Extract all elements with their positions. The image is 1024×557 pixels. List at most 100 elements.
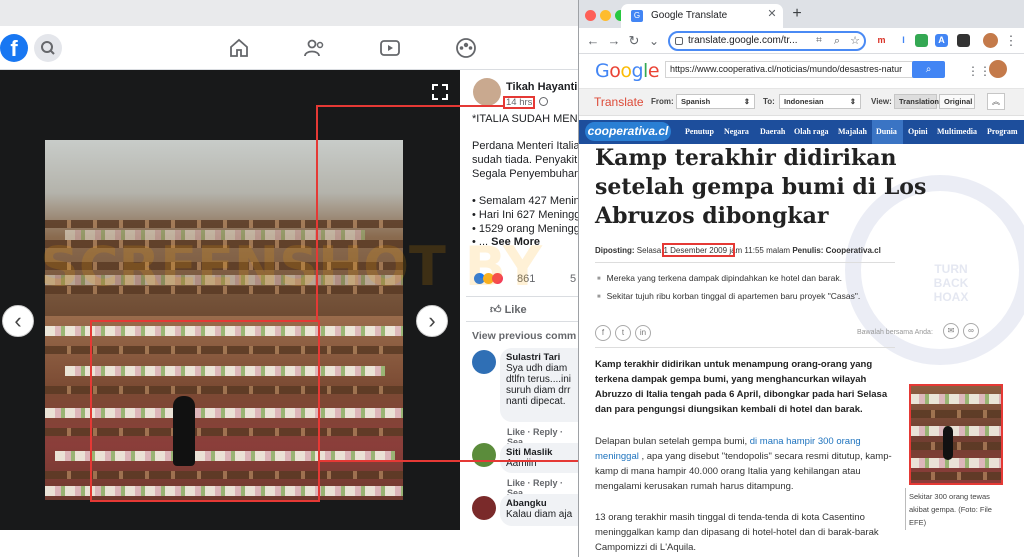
next-photo-button[interactable]: › [416,305,448,337]
comment-text: Kalau diam aja [506,509,573,520]
chevron-down-icon[interactable]: ⌄ [646,33,662,49]
lock-icon[interactable] [675,37,683,45]
email-share-icon[interactable]: ✉ [943,323,959,339]
author-avatar[interactable] [473,78,501,106]
commenter-avatar[interactable] [472,443,496,467]
like-button[interactable]: 👍︎ Like [490,303,527,316]
translate-extension-icon[interactable]: A [935,34,948,47]
bookmark-star-icon[interactable]: ☆ [847,33,863,49]
comment-text: suruh diam drr [506,385,571,396]
photo-highlight-box [909,384,1003,485]
post-line: Segala Penyembuhan [472,168,578,180]
nav-link[interactable]: Multimedia [937,127,977,136]
connector-line [316,105,504,107]
google-logo[interactable]: Google [595,60,660,82]
logo-letter: g [631,60,644,82]
close-tab-icon[interactable]: ✕ [765,7,779,21]
friends-icon[interactable] [302,36,328,60]
collapse-icon[interactable]: ︽ [987,93,1005,110]
link-share-icon[interactable]: ∞ [963,323,979,339]
extension-icon[interactable] [957,34,970,47]
comment-text: Sya udh diam [506,363,568,374]
connector-line [316,105,318,321]
author-label: Penulis: [792,246,824,255]
view-previous-comments[interactable]: View previous comm [472,330,576,342]
share-count[interactable]: 5 [570,273,576,285]
url-input[interactable]: https://www.cooperativa.cl/noticias/mund… [665,61,917,78]
divider [595,262,895,263]
search-icon [41,41,55,55]
view-original-button[interactable]: Original [939,94,975,109]
profile-avatar[interactable] [983,33,998,48]
article-author[interactable]: Cooperativa.cl [826,246,881,255]
google-translate-favicon: G [631,10,643,22]
chevron-right-icon: › [428,308,436,333]
home-icon[interactable] [226,36,252,60]
apps-grid-icon[interactable]: ⋮⋮ [967,64,991,78]
extension-icon[interactable]: I [897,34,910,47]
logo-letter: G [595,60,610,82]
reload-icon[interactable]: ↻ [626,33,642,49]
search-icon: ⌕ [925,64,932,75]
extension-icon[interactable] [915,34,928,47]
commenter-name[interactable]: Abangku [506,498,578,509]
nav-link[interactable]: Daerah [760,127,785,136]
nav-link[interactable]: Olah raga [794,127,828,136]
nav-link[interactable]: Opini [908,127,928,136]
nav-link[interactable]: Negara [724,127,749,136]
search-button[interactable] [34,34,62,62]
zoom-icon[interactable]: ⌕ [829,33,845,49]
date-highlight-box [662,243,735,257]
nav-link[interactable]: Program [987,127,1018,136]
back-arrow-icon[interactable]: ← [585,33,601,49]
nav-link[interactable]: Penutup [685,127,714,136]
nav-link-active[interactable]: Dunia [876,127,897,136]
to-language-select[interactable]: Indonesian ⇕ [779,94,861,109]
paragraph-text: , apa yang disebut "tendopolis" secara r… [595,451,892,492]
commenter-avatar[interactable] [472,496,496,520]
summary-bullet: Mereka yang terkena dampak dipindahkan k… [597,273,842,283]
meta-day: Selasa [636,246,662,255]
logo-letter: o [620,60,632,82]
facebook-logo[interactable]: f [0,34,28,62]
paragraph-text: Delapan bulan setelah gempa bumi, [595,436,748,447]
translate-title: Translate [594,95,644,109]
post-bullet: • Hari Ini 627 Meningg [472,209,578,221]
comment-bubble: Sulastri Tari Sya udh diam dtlfn terus..… [500,348,578,422]
to-value: Indonesian [784,97,824,106]
share-label: Bawalah bersama Anda: [857,329,933,336]
from-language-select[interactable]: Spanish ⇕ [676,94,755,109]
article-title: Kamp terakhir didirikan setelah gempa bu… [595,145,927,229]
expand-icon[interactable] [430,82,450,102]
translate-page-icon[interactable]: ⌗ [811,33,827,49]
more-menu-icon[interactable]: ⋮ [1003,33,1019,49]
new-tab-button[interactable]: + [789,6,805,22]
divider [466,321,578,322]
forward-arrow-icon[interactable]: → [606,33,622,49]
nav-link[interactable]: Majalah [838,127,867,136]
linkedin-share-icon[interactable]: in [635,325,651,341]
commenter-name[interactable]: Siti Maslik [506,447,578,458]
search-button[interactable]: ⌕ [912,61,945,78]
watermark: SCREENSHOT BY [40,235,543,298]
facebook-share-icon[interactable]: f [595,325,611,341]
commenter-name[interactable]: Sulastri Tari [506,352,578,363]
cooperativa-logo[interactable]: cooperativa.cl [585,122,671,141]
twitter-share-icon[interactable]: t [615,325,631,341]
previous-photo-button[interactable]: ‹ [2,305,34,337]
article-meta: Diposting: Selasa 1 Desember 2009 jam 11… [595,246,881,255]
commenter-avatar[interactable] [472,350,496,374]
watch-icon[interactable] [377,36,403,60]
account-avatar[interactable] [989,60,1007,78]
meta-time: jam 11:55 malam [729,246,791,255]
time-highlight-box [503,96,535,109]
tab-google-translate[interactable]: Google Translate [621,4,783,28]
close-window-button[interactable] [585,10,596,21]
mendeley-extension-icon[interactable]: m [875,34,888,47]
view-label: View: [871,97,892,106]
groups-icon[interactable] [453,36,479,60]
minimize-window-button[interactable] [600,10,611,21]
view-translation-button[interactable]: Translation [894,94,939,109]
post-author[interactable]: Tikah Hayanti [506,81,577,93]
facebook-window: f ‹ › Tikah Hayanti 14 hrs *ITALIA SUDAH… [0,0,578,557]
